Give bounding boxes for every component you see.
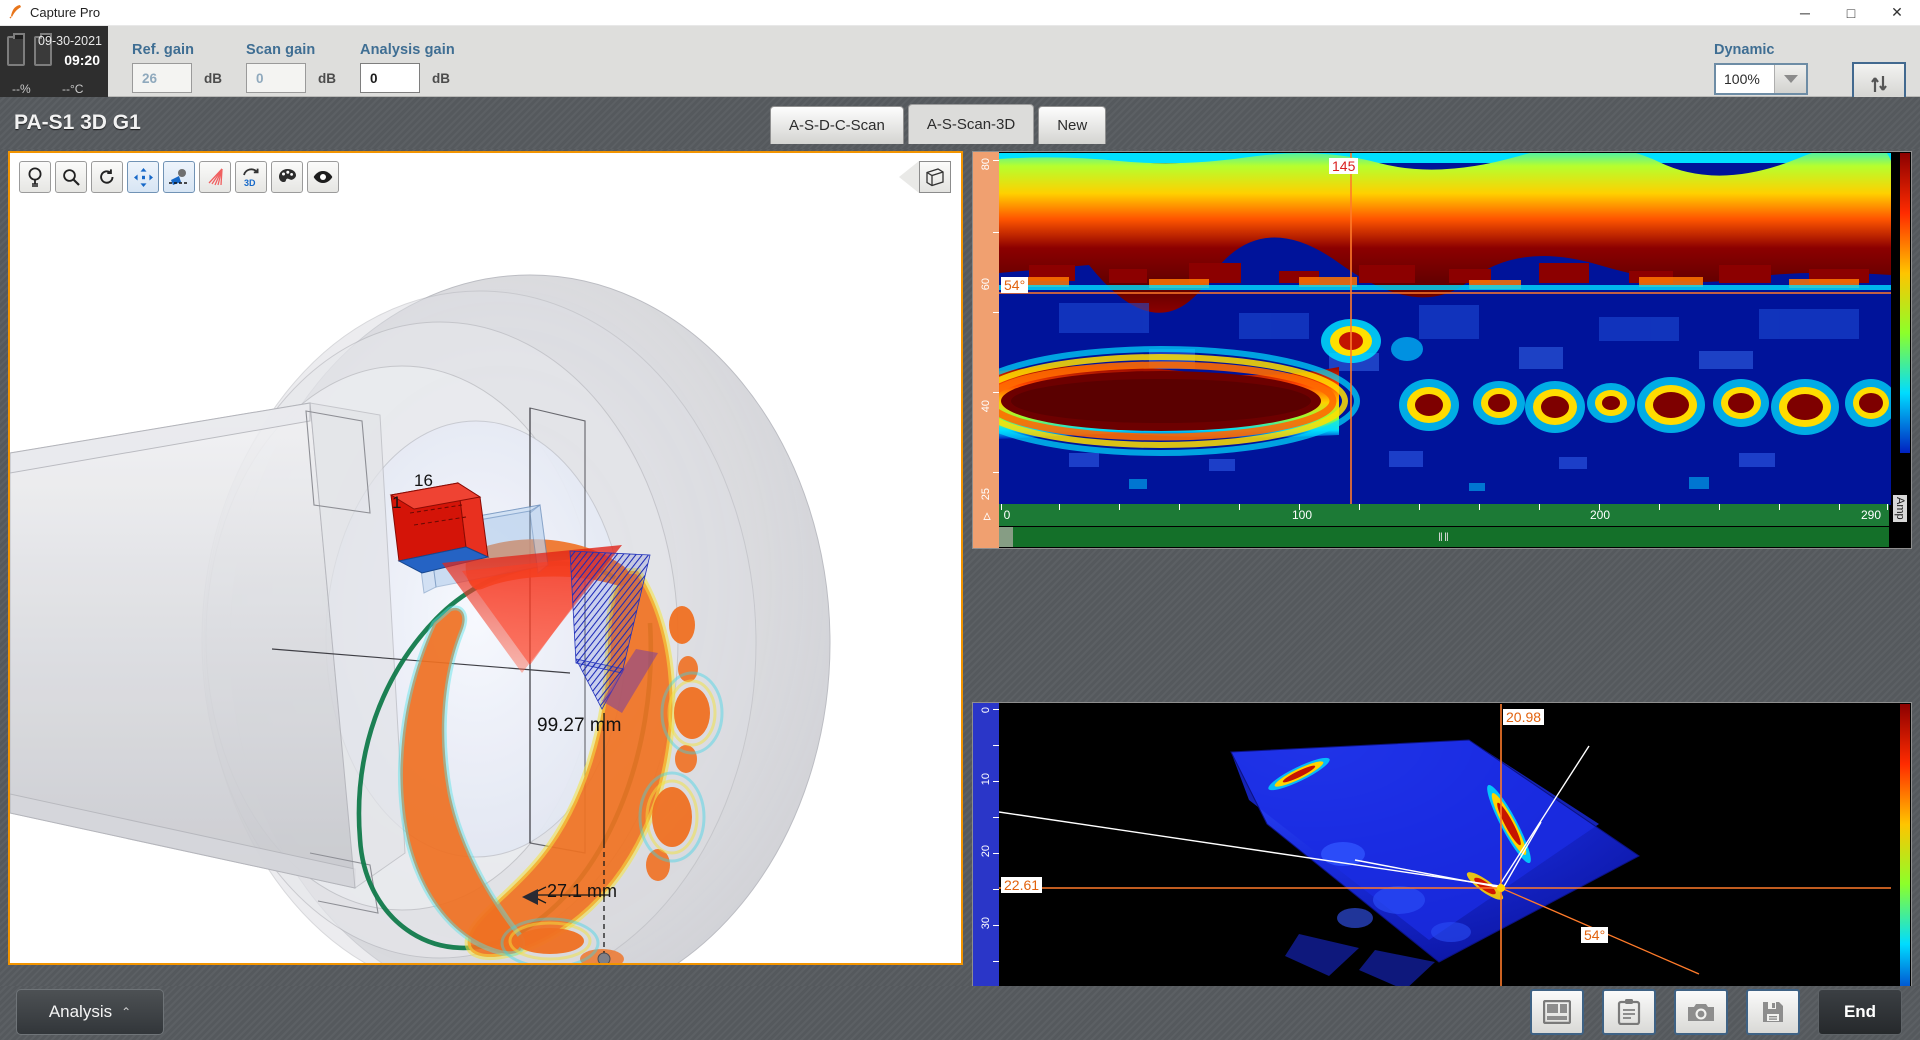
window-controls: ─ □ ✕ (1782, 0, 1920, 26)
scan-gain-input[interactable]: 0 (246, 63, 306, 93)
beam-fan-icon[interactable] (199, 161, 231, 193)
b-scan-cursor-54-deg[interactable]: 54° (1001, 277, 1028, 293)
s-scan-cursor-54-deg[interactable]: 54° (1581, 927, 1608, 943)
probe-annotation-1: 1 (392, 493, 401, 513)
b-scan-cursor-145[interactable]: 145 (1329, 158, 1358, 174)
b-scan-scroll-left-cap[interactable] (999, 527, 1013, 547)
save-floppy-icon[interactable] (1746, 989, 1800, 1035)
s-scan-cursor-20-98[interactable]: 20.98 (1503, 709, 1544, 725)
ref-gain-label: Ref. gain (132, 42, 222, 58)
analysis-gain-group: Analysis gain 0 dB (360, 26, 455, 93)
b-scan-htick-0: 0 (1004, 508, 1011, 522)
close-button[interactable]: ✕ (1874, 0, 1920, 26)
b-scan-panel[interactable]: 80 60 40 25 145 54° 0 100 200 290 ▵ ‖‖ (972, 151, 1912, 549)
device-status-block: 09-30-2021 09:20 --% --°C (0, 26, 108, 97)
reset-rotate-icon[interactable] (91, 161, 123, 193)
three-d-toolbar: 3D (19, 161, 343, 193)
app-feather-icon (0, 4, 30, 22)
dynamic-value: 100% (1716, 71, 1774, 87)
analysis-button-label: Analysis (49, 1002, 112, 1022)
chevron-down-icon[interactable] (1774, 65, 1806, 93)
end-button[interactable]: End (1818, 989, 1902, 1035)
b-scan-vtick-60: 60 (980, 278, 992, 290)
battery-icon-1 (7, 36, 25, 66)
b-scan-htick-200: 200 (1590, 508, 1610, 522)
s-scan-vtick-20: 20 (980, 845, 992, 857)
device-temperature: --°C (62, 82, 83, 96)
analysis-gain-label: Analysis gain (360, 42, 455, 58)
svg-text:3D: 3D (244, 178, 256, 187)
s-scan-vtick-10: 10 (980, 773, 992, 785)
layout-icon[interactable] (1530, 989, 1584, 1035)
minimize-button[interactable]: ─ (1782, 0, 1828, 26)
rotate-3d-icon[interactable]: 3D (235, 161, 267, 193)
cube-icon[interactable] (919, 161, 951, 193)
b-scan-expand-caret[interactable]: ▵ (976, 504, 998, 526)
b-scan-htick-290: 290 (1861, 508, 1881, 522)
b-scan-vtick-40: 40 (980, 400, 992, 412)
zoom-icon[interactable] (55, 161, 87, 193)
b-scan-vtick-80: 80 (980, 158, 992, 170)
dynamic-select[interactable]: 100% (1714, 63, 1808, 95)
status-time: 09:20 (64, 52, 100, 68)
status-date: 09-30-2021 (38, 34, 102, 48)
dynamic-label: Dynamic (1714, 42, 1808, 58)
battery-percent: --% (12, 82, 31, 96)
camera-icon[interactable] (1674, 989, 1728, 1035)
analysis-gain-unit: dB (432, 71, 450, 86)
b-scan-horizontal-axis[interactable]: 0 100 200 290 (999, 504, 1889, 526)
pan-move-icon[interactable] (127, 161, 159, 193)
b-scan-image[interactable] (999, 153, 1891, 505)
scan-gain-unit: dB (318, 71, 336, 86)
b-scan-color-scale (1900, 153, 1910, 453)
measurement-99-27-mm: 99.27 mm (537, 715, 621, 737)
probe-cursor-icon[interactable] (163, 161, 195, 193)
tab-a-s-scan-3d[interactable]: A-S-Scan-3D (908, 104, 1034, 144)
analysis-gain-input[interactable]: 0 (360, 63, 420, 93)
b-scan-vertical-axis[interactable]: 80 60 40 25 (973, 152, 999, 548)
analysis-button[interactable]: Analysis ⌃ (16, 989, 164, 1035)
b-scan-scroll-thumb[interactable]: ‖‖ (1438, 530, 1450, 544)
palette-icon[interactable] (271, 161, 303, 193)
report-clipboard-icon[interactable] (1602, 989, 1656, 1035)
dynamic-group: Dynamic 100% (1714, 42, 1808, 95)
b-scan-htick-100: 100 (1292, 508, 1312, 522)
view-header: PA-S1 3D G1 A-S-D-C-Scan A-S-Scan-3D New (0, 97, 1920, 149)
bottom-bar: Analysis ⌃ Capture v3.3.1 - 4-150-WELD-N… (0, 986, 1920, 1040)
b-scan-amp-label: Amp (1893, 495, 1907, 522)
maximize-button[interactable]: □ (1828, 0, 1874, 26)
measurement-27-1-mm: 27.1 mm (547, 881, 617, 902)
chevron-up-icon: ⌃ (121, 1005, 131, 1019)
b-scan-vtick-25: 25 (980, 488, 992, 500)
s-scan-vtick-30: 30 (980, 917, 992, 929)
window-title: Capture Pro (30, 5, 100, 20)
visibility-eye-icon[interactable] (307, 161, 339, 193)
scan-gain-label: Scan gain (246, 42, 336, 58)
light-icon[interactable] (19, 161, 51, 193)
three-d-scene[interactable] (10, 153, 961, 963)
ref-gain-input[interactable]: 26 (132, 63, 192, 93)
window-titlebar: Capture Pro ─ □ ✕ (0, 0, 1920, 26)
scan-gain-group: Scan gain 0 dB (246, 26, 336, 93)
s-scan-vtick-0: 0 (980, 707, 992, 713)
view-tabs: A-S-D-C-Scan A-S-Scan-3D New (770, 104, 1110, 144)
tab-new[interactable]: New (1038, 106, 1106, 144)
ref-gain-group: Ref. gain 26 dB (132, 26, 222, 93)
gain-toolbar: 09-30-2021 09:20 --% --°C Ref. gain 26 d… (0, 26, 1920, 97)
three-d-view-panel[interactable]: 3D 16 1 99.27 mm 27.1 mm (8, 151, 963, 965)
s-scan-cursor-22-61[interactable]: 22.61 (1001, 877, 1042, 893)
tab-a-s-d-c-scan[interactable]: A-S-D-C-Scan (770, 106, 904, 144)
page-title: PA-S1 3D G1 (14, 111, 141, 135)
action-buttons: End (1530, 989, 1902, 1035)
b-scan-hscrollbar[interactable]: ‖‖ (999, 527, 1889, 547)
workspace: 3D 16 1 99.27 mm 27.1 mm (0, 149, 1920, 986)
s-scan-color-scale (1900, 704, 1910, 1004)
ref-gain-unit: dB (204, 71, 222, 86)
probe-annotation-16: 16 (414, 471, 433, 491)
